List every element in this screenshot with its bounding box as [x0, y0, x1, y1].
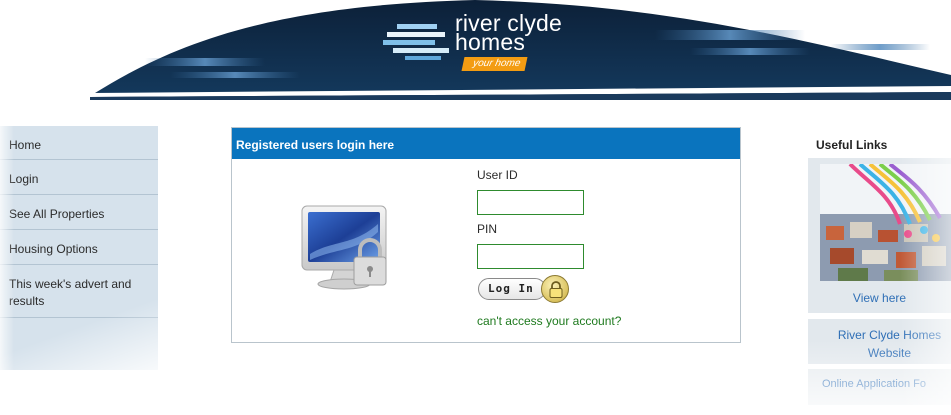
pin-input[interactable] — [477, 244, 584, 269]
river-clyde-homes-box: River Clyde Homes Website — [808, 319, 951, 364]
padlock-icon[interactable] — [541, 275, 569, 303]
town-rooftops-ribbon-image[interactable] — [820, 164, 951, 281]
nav-item-see-all-properties[interactable]: See All Properties — [0, 195, 158, 230]
useful-links-title: Useful Links — [816, 138, 888, 152]
login-button[interactable]: Log In — [478, 278, 546, 300]
login-panel-title: Registered users login here — [232, 128, 740, 159]
user-id-label: User ID — [477, 168, 518, 182]
logo-text: river clyde homes — [455, 12, 562, 54]
login-panel: Registered users login here User ID PIN … — [231, 127, 741, 343]
cant-access-account-link[interactable]: can't access your account? — [477, 314, 621, 328]
nav-item-housing-options[interactable]: Housing Options — [0, 230, 158, 265]
promo-box: View here — [808, 158, 951, 313]
nav-item-home[interactable]: Home — [0, 126, 158, 160]
logo-wave-icon — [383, 24, 449, 60]
logo-tagline: your home — [461, 57, 528, 71]
nav-item-login[interactable]: Login — [0, 160, 158, 195]
pin-label: PIN — [477, 222, 498, 236]
river-clyde-homes-website-link[interactable]: River Clyde Homes Website — [828, 326, 951, 362]
online-application-box: Online Application Fo — [808, 369, 951, 405]
computer-lock-icon — [301, 205, 387, 290]
view-here-link[interactable]: View here — [808, 291, 951, 305]
online-application-link[interactable]: Online Application Fo — [822, 378, 926, 390]
logo[interactable]: river clyde homes your home — [383, 12, 583, 78]
user-id-input[interactable] — [477, 190, 584, 215]
header-banner: river clyde homes your home — [0, 0, 951, 100]
sidebar-nav: Home Login See All Properties Housing Op… — [0, 126, 158, 370]
nav-item-weekly-advert[interactable]: This week's advert and results — [0, 265, 158, 318]
